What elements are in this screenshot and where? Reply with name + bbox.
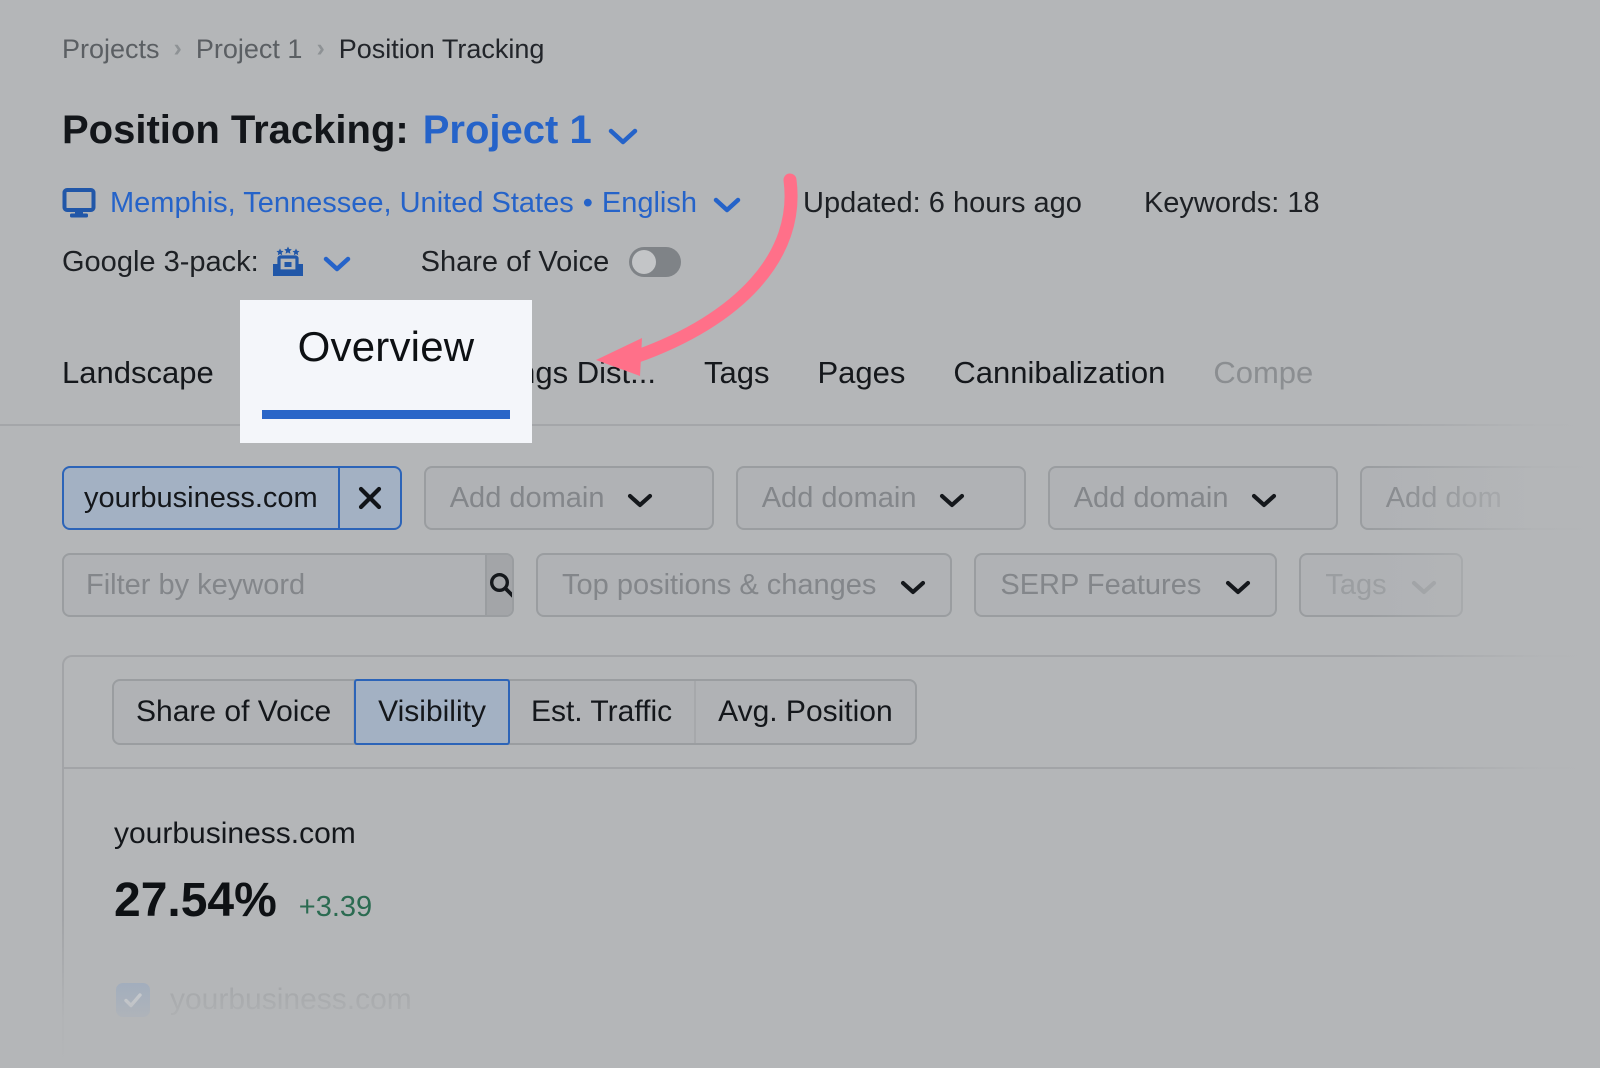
metric-value-row: 27.54% +3.39 — [114, 877, 1600, 925]
add-domain-label: Add domain — [761, 481, 917, 514]
google-3pack-label: Google 3-pack: — [62, 245, 259, 278]
metric-delta: +3.39 — [298, 891, 373, 923]
tags-filter[interactable]: Tags — [1299, 553, 1463, 617]
chevron-down-icon — [1225, 571, 1251, 604]
close-icon[interactable] — [337, 468, 400, 528]
location-link[interactable]: Memphis, Tennessee, United States — [110, 188, 574, 218]
chevron-down-icon[interactable] — [323, 250, 351, 279]
keywords-count: Keywords: 18 — [1143, 186, 1320, 219]
chevron-right-icon: › — [173, 34, 182, 62]
breadcrumb-item-project-1[interactable]: Project 1 — [196, 36, 303, 63]
meta-dot-separator: • — [582, 186, 593, 219]
chevron-down-icon — [900, 571, 926, 604]
annotation-callout-overview: Overview — [240, 300, 532, 443]
tab-competitors[interactable]: Compe — [1213, 345, 1313, 388]
metrics-card: Share of Voice Visibility Est. Traffic A… — [62, 655, 1600, 1068]
project-meta-row: Memphis, Tennessee, United States • Engl… — [62, 188, 1320, 218]
language-link[interactable]: English — [602, 188, 697, 218]
top-positions-filter-label: Top positions & changes — [562, 568, 877, 601]
updated-timestamp: Updated: 6 hours ago — [803, 186, 1082, 219]
chevron-down-icon — [1251, 484, 1277, 517]
chevron-down-icon — [1411, 571, 1437, 604]
annotation-callout-label: Overview — [297, 323, 475, 370]
metric-tab-avg-position[interactable]: Avg. Position — [696, 681, 915, 743]
breadcrumb-item-position-tracking[interactable]: Position Tracking — [339, 36, 545, 63]
metric-segmented-control: Share of Voice Visibility Est. Traffic A… — [112, 679, 917, 745]
metric-body: yourbusiness.com 27.54% +3.39 yourbusine… — [64, 769, 1600, 1017]
add-domain-label: Add domain — [449, 481, 605, 514]
tab-cannibalization[interactable]: Cannibalization — [953, 345, 1165, 388]
chevron-down-icon — [627, 484, 653, 517]
domain-chip-selected[interactable]: yourbusiness.com — [62, 466, 402, 530]
chevron-down-icon[interactable] — [608, 110, 638, 157]
add-domain-label: Add domain — [1073, 481, 1229, 514]
tab-tags[interactable]: Tags — [704, 345, 769, 388]
serp-features-filter[interactable]: SERP Features — [974, 553, 1278, 617]
share-of-voice-label: Share of Voice — [420, 245, 610, 278]
tab-landscape[interactable]: Landscape — [62, 345, 214, 388]
metric-domain-label: yourbusiness.com — [114, 817, 356, 850]
add-domain-button-3[interactable]: Add domain — [1047, 466, 1338, 530]
google-3pack-building-icon — [271, 245, 305, 279]
metric-tab-visibility[interactable]: Visibility — [354, 679, 510, 745]
add-domain-button-1[interactable]: Add domain — [423, 466, 714, 530]
metric-tab-share-of-voice[interactable]: Share of Voice — [114, 681, 356, 743]
add-domain-label: Add dom — [1385, 481, 1502, 514]
add-domain-button-2[interactable]: Add domain — [735, 466, 1026, 530]
metric-tab-est-traffic[interactable]: Est. Traffic — [509, 681, 697, 743]
page-title-project-link[interactable]: Project 1 — [423, 107, 592, 154]
chevron-down-icon — [939, 484, 965, 517]
share-of-voice-toggle[interactable] — [629, 247, 682, 277]
domain-chip-label: yourbusiness.com — [84, 481, 318, 514]
chart-legend-label: yourbusiness.com — [170, 983, 412, 1016]
page-title: Position Tracking: Project 1 — [62, 107, 638, 154]
project-options-row: Google 3-pack: Share of Voice — [62, 245, 682, 279]
active-tab-underline — [262, 410, 510, 419]
add-domain-button-4[interactable]: Add dom — [1359, 466, 1600, 530]
position-tracking-page: Projects › Project 1 › Position Tracking… — [0, 0, 1600, 1068]
metric-value: 27.54% — [114, 874, 277, 927]
search-input[interactable] — [64, 555, 485, 615]
breadcrumb: Projects › Project 1 › Position Tracking — [62, 36, 544, 63]
metric-toolbar: Share of Voice Visibility Est. Traffic A… — [64, 657, 1600, 769]
tab-pages[interactable]: Pages — [817, 345, 905, 388]
monitor-icon — [62, 188, 96, 218]
breadcrumb-item-projects[interactable]: Projects — [62, 36, 160, 63]
keyword-filter[interactable] — [62, 553, 514, 617]
page-title-static: Position Tracking: — [62, 108, 409, 152]
serp-features-filter-label: SERP Features — [1000, 568, 1202, 601]
top-positions-filter[interactable]: Top positions & changes — [536, 553, 953, 617]
checkbox-checked-icon[interactable] — [116, 983, 150, 1017]
search-icon[interactable] — [485, 555, 512, 615]
chart-legend-item[interactable]: yourbusiness.com — [114, 983, 1600, 1017]
toggle-knob — [632, 250, 657, 274]
domain-chips-row: yourbusiness.com Add domain Add domain A… — [62, 466, 1600, 530]
tags-filter-label: Tags — [1325, 568, 1387, 601]
filters-row: Top positions & changes SERP Features Ta… — [62, 553, 1463, 617]
chevron-down-icon[interactable] — [713, 191, 741, 220]
chevron-right-icon: › — [316, 34, 325, 62]
